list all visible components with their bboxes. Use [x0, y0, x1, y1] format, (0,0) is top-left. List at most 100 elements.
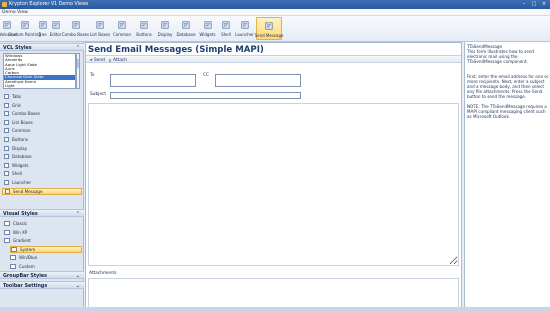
chevron-up-icon[interactable]: ⌃	[76, 45, 80, 51]
cc-field[interactable]	[215, 74, 301, 87]
window-style-icon	[4, 221, 10, 226]
chevron-up-icon[interactable]: ⌃	[76, 211, 80, 217]
ribbon-button-label: Tree	[38, 32, 47, 37]
combo-boxes-icon	[4, 111, 9, 117]
common-icon	[118, 20, 127, 29]
sidebar-item-launcher[interactable]: Launcher	[2, 179, 82, 186]
attach-button[interactable]: Attach	[108, 57, 127, 63]
list-icon	[96, 20, 105, 29]
ribbon-button-label: Widgets	[199, 32, 216, 37]
page-title: Send Email Messages (Simple MAPI)	[88, 45, 264, 55]
paperclip-icon	[108, 58, 112, 62]
vcl-styles-scrollbar[interactable]	[76, 53, 80, 89]
send-message-icon	[5, 188, 10, 194]
visual-style-custom[interactable]: Custom	[10, 263, 82, 270]
subject-label: Subject	[90, 92, 107, 97]
display-icon	[161, 20, 170, 29]
description-instructions: First, enter the email address for one o…	[467, 74, 549, 99]
groupbar-styles-header[interactable]: GroupBar Styles ⌄	[0, 271, 84, 279]
app-icon	[2, 2, 7, 7]
sidebar-item-send-message[interactable]: Send Message	[2, 187, 82, 195]
vcl-styles-list[interactable]: Windows Amakrits Aqua Light Slate Auric Carb…	[3, 53, 76, 89]
send-button[interactable]: Send	[89, 57, 105, 63]
toolbar-settings-header[interactable]: Toolbar Settings ⌄	[0, 281, 84, 289]
visual-style-label: System	[20, 246, 36, 252]
visual-style-win-blue[interactable]: Win/Blue	[10, 254, 82, 261]
ribbon-button-widgets[interactable]: Widgets	[198, 17, 217, 40]
window-style-icon	[10, 263, 16, 269]
sidebar-item-label: Database	[12, 154, 32, 160]
launcher-icon	[240, 20, 249, 29]
close-icon[interactable]: ×	[540, 1, 548, 8]
sidebar-item-buttons[interactable]: Buttons	[2, 136, 82, 143]
visual-styles-header[interactable]: Visual Styles ⌃	[0, 209, 84, 217]
sidebar-item-label: Send Message	[13, 188, 43, 194]
shell-icon	[222, 20, 231, 29]
vcl-styles-header[interactable]: VCL Styles ⌃	[0, 43, 84, 51]
scrollbar-thumb[interactable]	[77, 59, 79, 68]
attach-button-label: Attach	[113, 57, 127, 63]
chevron-down-icon[interactable]: ⌄	[76, 283, 80, 289]
welcome-icon	[3, 20, 12, 29]
ribbon-toolbar: WelcomeCustom PaintingTreeEditorCombo Bo…	[0, 16, 550, 42]
minimize-icon[interactable]: –	[520, 1, 528, 8]
display-icon	[4, 145, 9, 151]
window-style-icon	[4, 238, 10, 243]
chevron-down-icon[interactable]: ⌄	[76, 273, 80, 279]
menu-view[interactable]: View	[17, 10, 28, 15]
common-icon	[4, 128, 9, 134]
ribbon-button-tree[interactable]: Tree	[37, 17, 48, 40]
sidebar: VCL Styles ⌃ Windows Amakrits Aqua Light S…	[0, 42, 84, 311]
sidebar-item-display[interactable]: Display	[2, 145, 82, 152]
sidebar-item-grid[interactable]: Grid	[2, 102, 82, 109]
visual-style-gradient[interactable]: Gradient	[4, 237, 82, 244]
sidebar-item-list-boxes[interactable]: List Boxes	[2, 119, 82, 126]
sidebar-item-widgets[interactable]: Widgets	[2, 162, 82, 169]
menu-bar: Demo View	[0, 9, 550, 16]
attachments-label: Attachments	[89, 271, 117, 276]
sidebar-item-label: Launcher	[12, 180, 32, 185]
window-style-icon	[4, 229, 10, 235]
subject-field[interactable]	[110, 92, 301, 99]
to-field[interactable]	[110, 74, 196, 87]
title-bar: Krypton Explorer V1 Demo Views – □ ×	[0, 0, 550, 9]
visual-style-win-xp[interactable]: Win XP	[4, 229, 82, 236]
visual-style-label: Gradient	[13, 238, 31, 243]
visual-style-system[interactable]: System	[10, 245, 82, 253]
editor-icon	[51, 20, 60, 29]
menu-demo[interactable]: Demo	[2, 10, 16, 15]
sidebar-item-tabs[interactable]: Tabs	[2, 93, 82, 100]
attachments-list[interactable]	[88, 278, 459, 309]
ribbon-button-launcher[interactable]: Launcher	[235, 17, 254, 40]
ribbon-button-custom-painting[interactable]: Custom Painting	[8, 17, 41, 40]
widgets-icon	[4, 162, 9, 168]
style-option[interactable]: Aqua Graphite	[5, 88, 33, 89]
ribbon-button-buttons[interactable]: Buttons	[134, 17, 154, 40]
ribbon-button-label: Common	[112, 32, 131, 37]
status-bar	[0, 307, 550, 311]
ribbon-button-label: Combo Boxes	[61, 32, 90, 37]
sidebar-item-combo-boxes[interactable]: Combo Boxes	[2, 110, 82, 117]
maximize-icon[interactable]: □	[530, 1, 538, 8]
paint-icon	[20, 20, 29, 29]
ribbon-button-editor[interactable]: Editor	[50, 17, 61, 40]
buttons-icon	[4, 137, 9, 142]
ribbon-button-combo-boxes[interactable]: Combo Boxes	[61, 17, 90, 40]
window-style-icon	[10, 255, 16, 260]
visual-style-classic[interactable]: Classic	[4, 220, 82, 227]
ribbon-button-send-message[interactable]: Send Message	[255, 17, 283, 40]
sidebar-item-common[interactable]: Common	[2, 127, 82, 134]
tabs-icon	[4, 94, 9, 99]
message-body[interactable]	[88, 103, 459, 266]
ribbon-button-label: Shell	[221, 32, 231, 37]
sidebar-item-database[interactable]: Database	[2, 153, 82, 160]
combo-icon	[71, 20, 80, 29]
ribbon-button-list-boxes[interactable]: List Boxes	[90, 17, 110, 40]
ribbon-button-common[interactable]: Common	[112, 17, 132, 40]
sidebar-item-shell[interactable]: Shell	[2, 170, 82, 177]
ribbon-button-shell[interactable]: Shell	[219, 17, 233, 40]
ribbon-button-label: Display	[157, 32, 173, 37]
widget-icon	[203, 20, 212, 29]
ribbon-button-display[interactable]: Display	[156, 17, 174, 40]
ribbon-button-database[interactable]: Database	[176, 17, 196, 40]
